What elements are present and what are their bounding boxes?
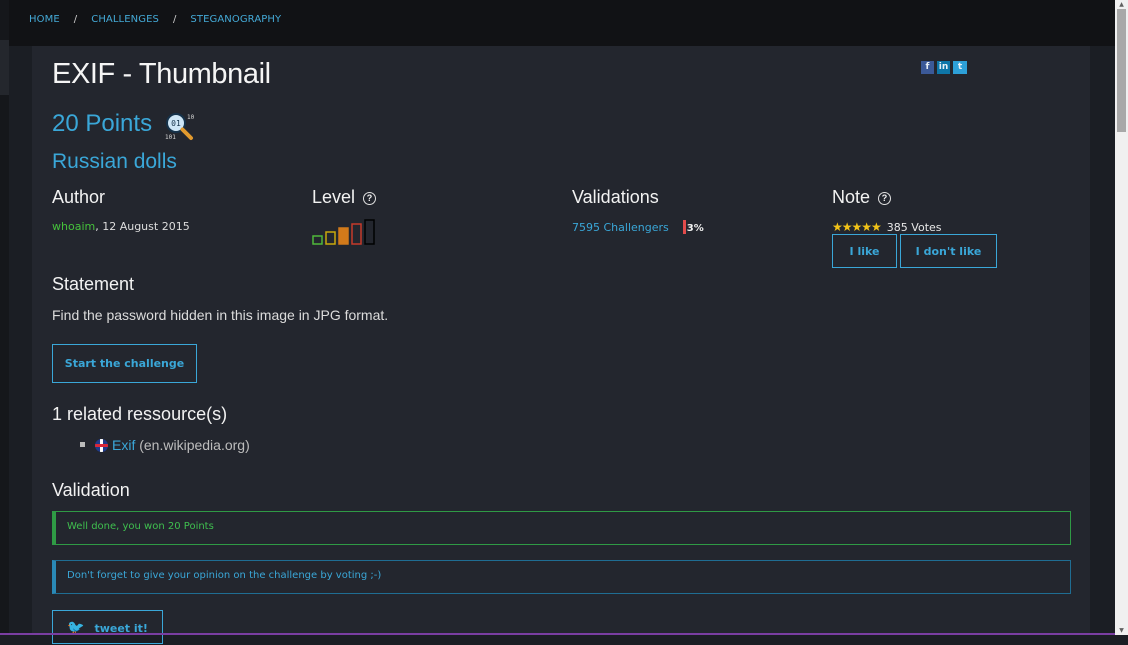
breadcrumb-separator: / (172, 14, 177, 25)
note-heading-label: Note (832, 187, 871, 207)
challengers-link[interactable]: 7595 Challengers (572, 221, 669, 234)
help-icon[interactable]: ? (363, 192, 377, 205)
breadcrumb-separator: / (73, 14, 78, 25)
help-icon[interactable]: ? (878, 192, 892, 205)
level-heading-label: Level (312, 187, 356, 207)
author-info: whoaim, 12 August 2015 (52, 220, 190, 233)
level-bar (351, 223, 362, 245)
scroll-up-arrow[interactable]: ▲ (1117, 0, 1126, 9)
challenge-category[interactable]: Russian dolls (52, 150, 177, 174)
scrollbar[interactable]: ▲ ▼ (1115, 0, 1128, 635)
uk-flag-icon (95, 439, 108, 452)
left-edge-notch (0, 40, 9, 95)
scrollbar-thumb[interactable] (1117, 9, 1126, 132)
validation-heading: Validation (52, 480, 130, 500)
note-heading: Note? (832, 187, 892, 208)
author-name[interactable]: whoaim (52, 220, 95, 233)
resource-source: (en.wikipedia.org) (139, 437, 250, 453)
page-title: EXIF - Thumbnail (52, 58, 271, 90)
vote-count: 385 Votes (886, 221, 942, 234)
breadcrumb: HOME / CHALLENGES / STEGANOGRAPHY (29, 14, 281, 25)
level-bar (364, 219, 375, 245)
svg-text:10: 10 (187, 114, 195, 121)
difficulty-level-bars (312, 219, 375, 245)
info-alert: Don't forget to give your opinion on the… (52, 560, 1071, 594)
star-icon: ★★★★★ (832, 220, 882, 234)
success-alert: Well done, you won 20 Points (52, 511, 1071, 545)
statement-heading: Statement (52, 274, 135, 294)
list-item: Exif (en.wikipedia.org) (80, 437, 250, 453)
breadcrumb-steganography[interactable]: STEGANOGRAPHY (190, 14, 281, 25)
search-binary-icon: 01 10 101 (165, 113, 195, 141)
left-edge (0, 0, 9, 635)
twitter-icon[interactable]: t (953, 61, 967, 74)
level-heading: Level? (312, 187, 377, 208)
level-bar (338, 227, 349, 245)
breadcrumb-home[interactable]: HOME (29, 14, 60, 25)
linkedin-icon[interactable]: in (937, 61, 950, 74)
share-links: f in t (921, 61, 967, 74)
level-bar (312, 235, 323, 245)
resource-link[interactable]: Exif (112, 437, 135, 453)
facebook-icon[interactable]: f (921, 61, 934, 74)
validations-heading: Validations (572, 187, 659, 207)
statement-text: Find the password hidden in this image i… (52, 307, 389, 323)
challenge-points: 20 Points (52, 110, 153, 137)
dislike-button[interactable]: I don't like (900, 234, 997, 268)
svg-text:01: 01 (171, 119, 181, 128)
level-bar (325, 231, 336, 245)
resources-heading: 1 related ressource(s) (52, 404, 228, 424)
validation-rate-bar (682, 220, 686, 234)
author-date: , 12 August 2015 (95, 220, 190, 233)
bullet (80, 442, 85, 447)
start-challenge-button[interactable]: Start the challenge (52, 344, 197, 383)
scroll-down-arrow[interactable]: ▼ (1117, 626, 1126, 635)
tweet-button[interactable]: 🐦 tweet it! (52, 610, 163, 644)
validation-percent: 3% (686, 223, 704, 234)
svg-text:101: 101 (165, 134, 176, 141)
note-rating: ★★★★★ 385 Votes (832, 220, 942, 234)
author-heading: Author (52, 187, 106, 207)
breadcrumb-challenges[interactable]: CHALLENGES (91, 14, 159, 25)
like-button[interactable]: I like (832, 234, 897, 268)
top-bar: HOME / CHALLENGES / STEGANOGRAPHY (9, 0, 1115, 46)
validations-info: 7595 Challengers 3% (572, 220, 704, 234)
